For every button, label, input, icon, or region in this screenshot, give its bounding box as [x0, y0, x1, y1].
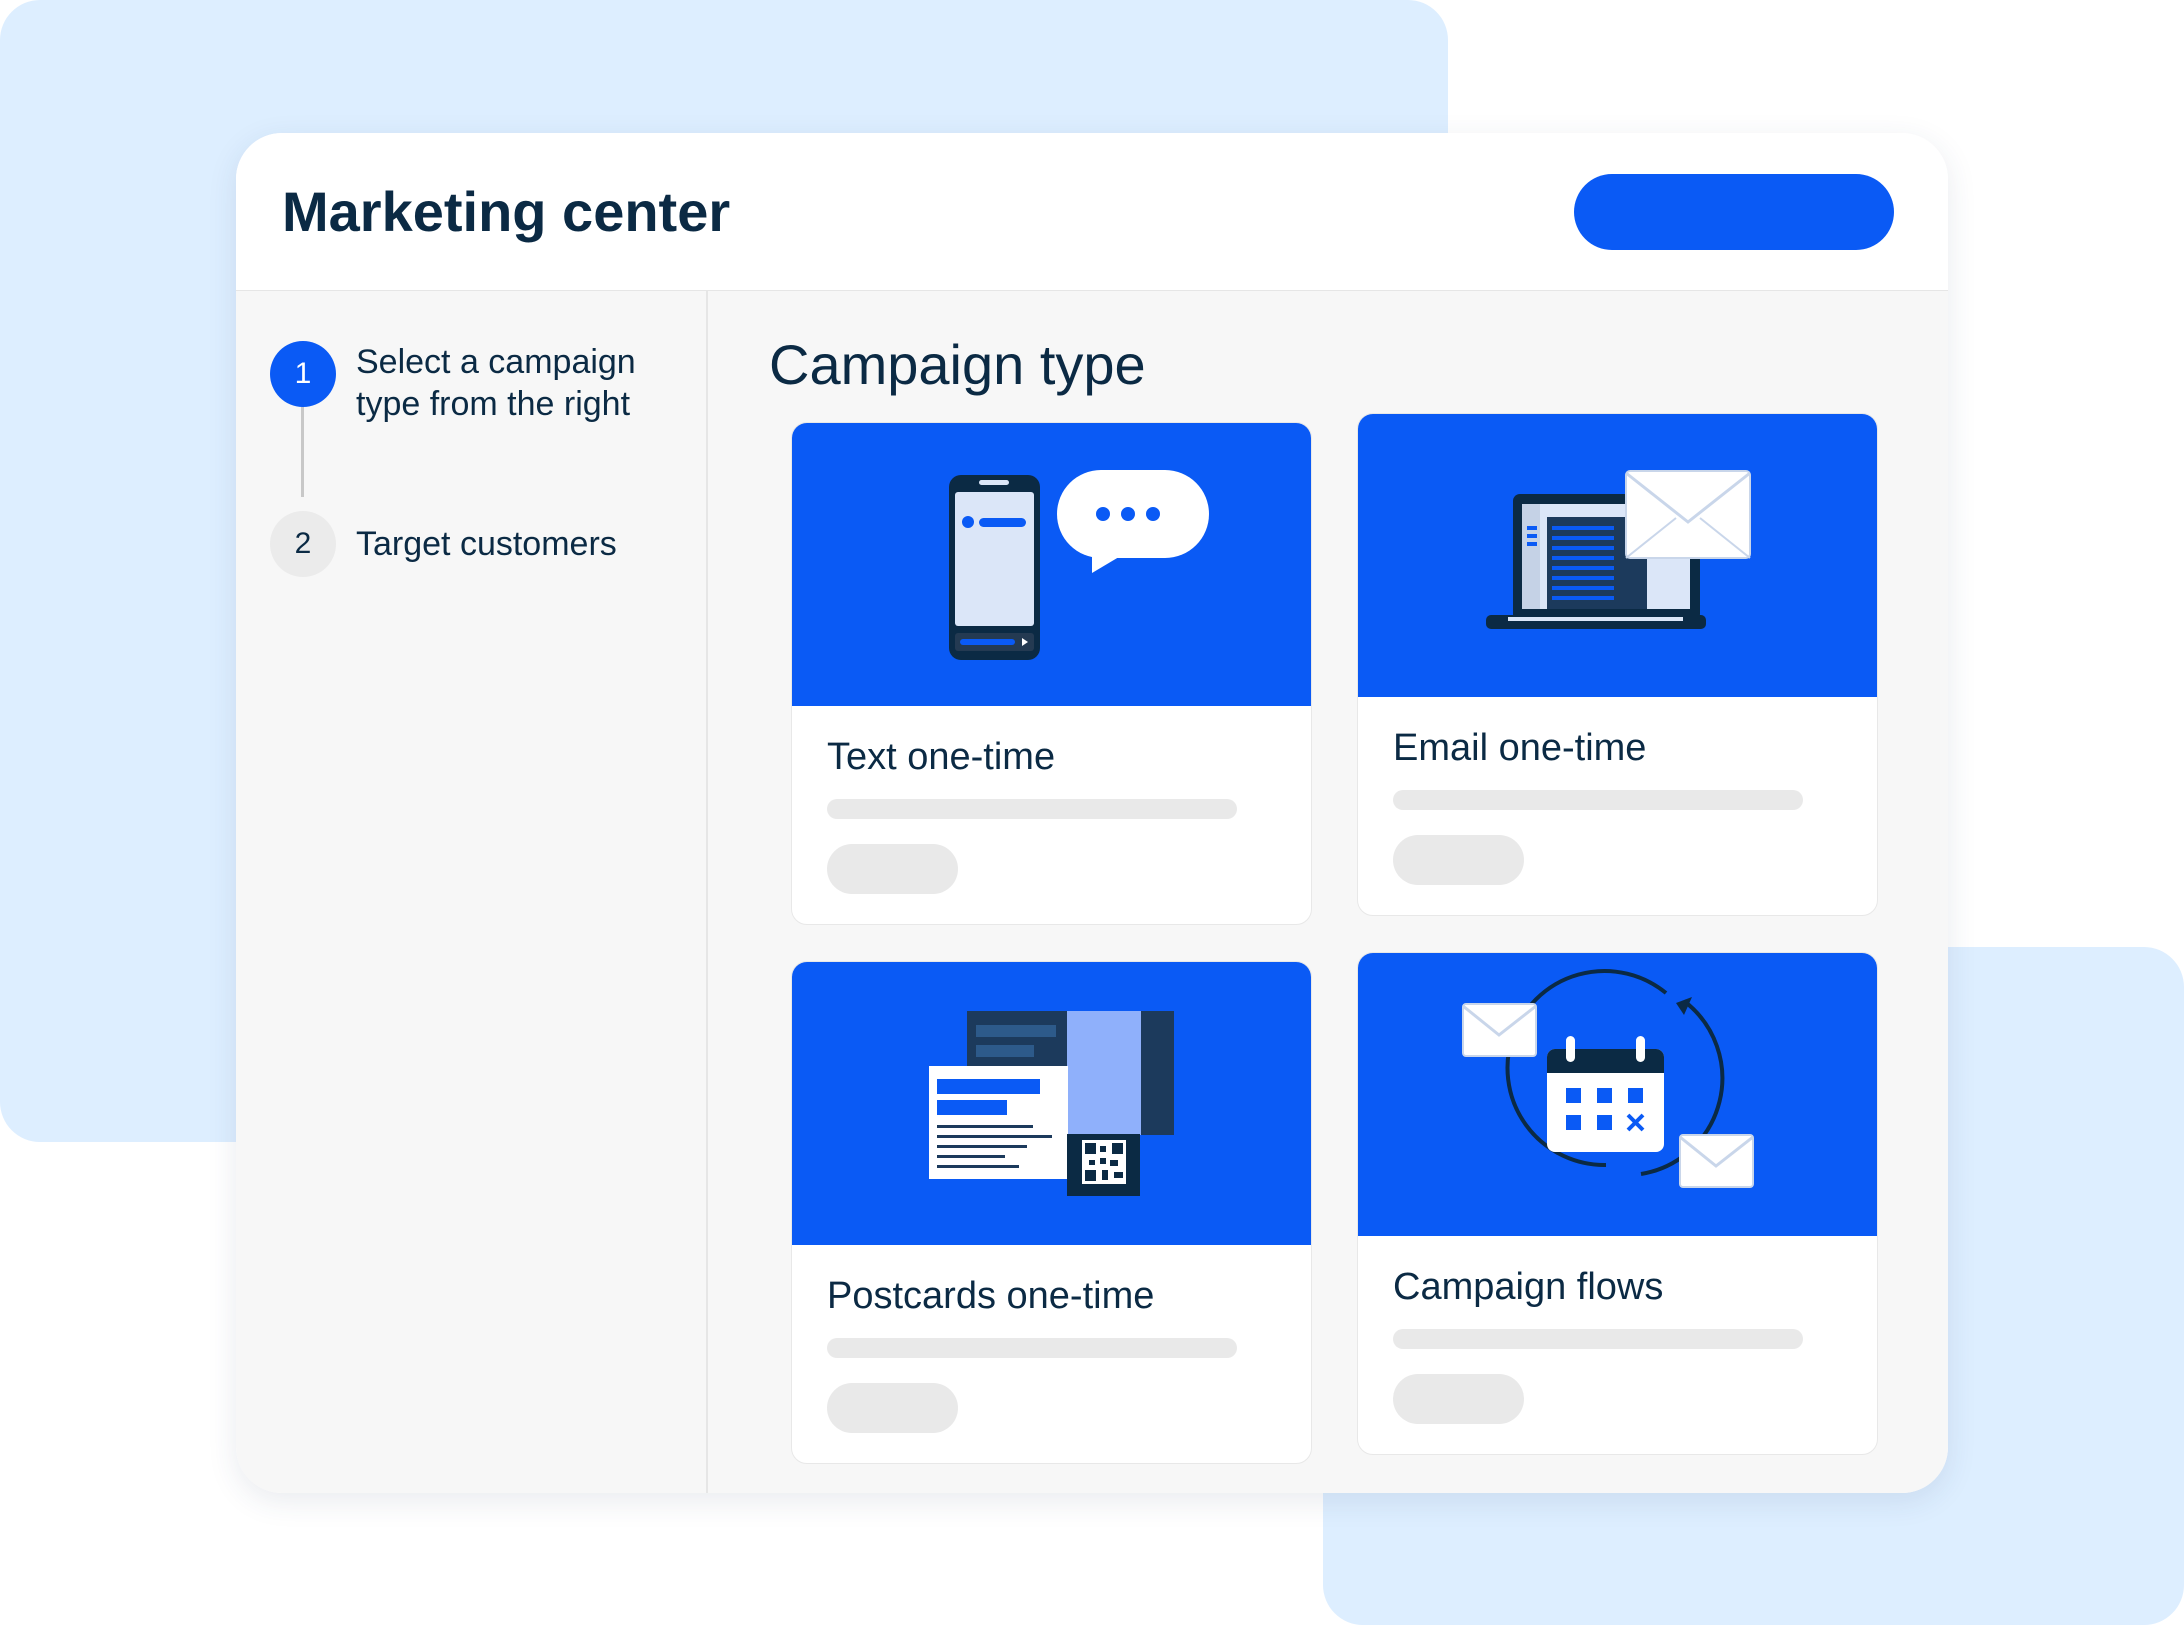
- step-2[interactable]: 2 Target customers: [270, 511, 676, 577]
- step-label-2: Target customers: [356, 525, 617, 563]
- step-label-1: Select a campaign type from the right: [356, 343, 636, 423]
- card-title: Email one-time: [1393, 727, 1647, 769]
- description-placeholder: [1393, 1329, 1803, 1349]
- header: Marketing center: [236, 133, 1948, 290]
- step-number-2: 2: [270, 511, 336, 577]
- action-placeholder-button[interactable]: [1393, 1374, 1524, 1424]
- step-1[interactable]: 1 Select a campaign type from the right: [270, 341, 676, 425]
- card-title: Campaign flows: [1393, 1266, 1664, 1308]
- card-banner: [792, 962, 1311, 1245]
- phone-chat-illustration-icon: [949, 470, 1209, 660]
- description-placeholder: [827, 1338, 1237, 1358]
- steps-sidebar: 1 Select a campaign type from the right …: [236, 291, 708, 1493]
- app-window: Marketing center 1 Select a campaign typ…: [236, 133, 1948, 1493]
- calendar-cycle-illustration-icon: [1462, 969, 1754, 1188]
- header-action-button[interactable]: [1574, 174, 1894, 250]
- campaign-card-text-one-time[interactable]: Text one-time: [791, 422, 1312, 925]
- campaign-card-postcards-one-time[interactable]: Postcards one-time: [791, 961, 1312, 1464]
- campaign-card-email-one-time[interactable]: Email one-time: [1357, 413, 1878, 916]
- content-area: 1 Select a campaign type from the right …: [236, 290, 1948, 1493]
- card-title: Text one-time: [827, 736, 1056, 778]
- laptop-email-illustration-icon: [1486, 470, 1751, 629]
- card-banner: [1358, 414, 1877, 697]
- campaign-type-panel: Campaign type Text one-time Email one-ti…: [706, 291, 1948, 1493]
- action-placeholder-button[interactable]: [827, 844, 958, 894]
- action-placeholder-button[interactable]: [827, 1383, 958, 1433]
- campaign-card-campaign-flows[interactable]: Campaign flows: [1357, 952, 1878, 1455]
- postcard-qr-illustration-icon: [929, 1011, 1174, 1196]
- card-title: Postcards one-time: [827, 1275, 1155, 1317]
- description-placeholder: [827, 799, 1237, 819]
- section-title: Campaign type: [769, 333, 1146, 396]
- description-placeholder: [1393, 790, 1803, 810]
- card-banner: [792, 423, 1311, 706]
- app-title: Marketing center: [282, 180, 731, 243]
- action-placeholder-button[interactable]: [1393, 835, 1524, 885]
- step-number-1: 1: [270, 341, 336, 407]
- card-banner: [1358, 953, 1877, 1236]
